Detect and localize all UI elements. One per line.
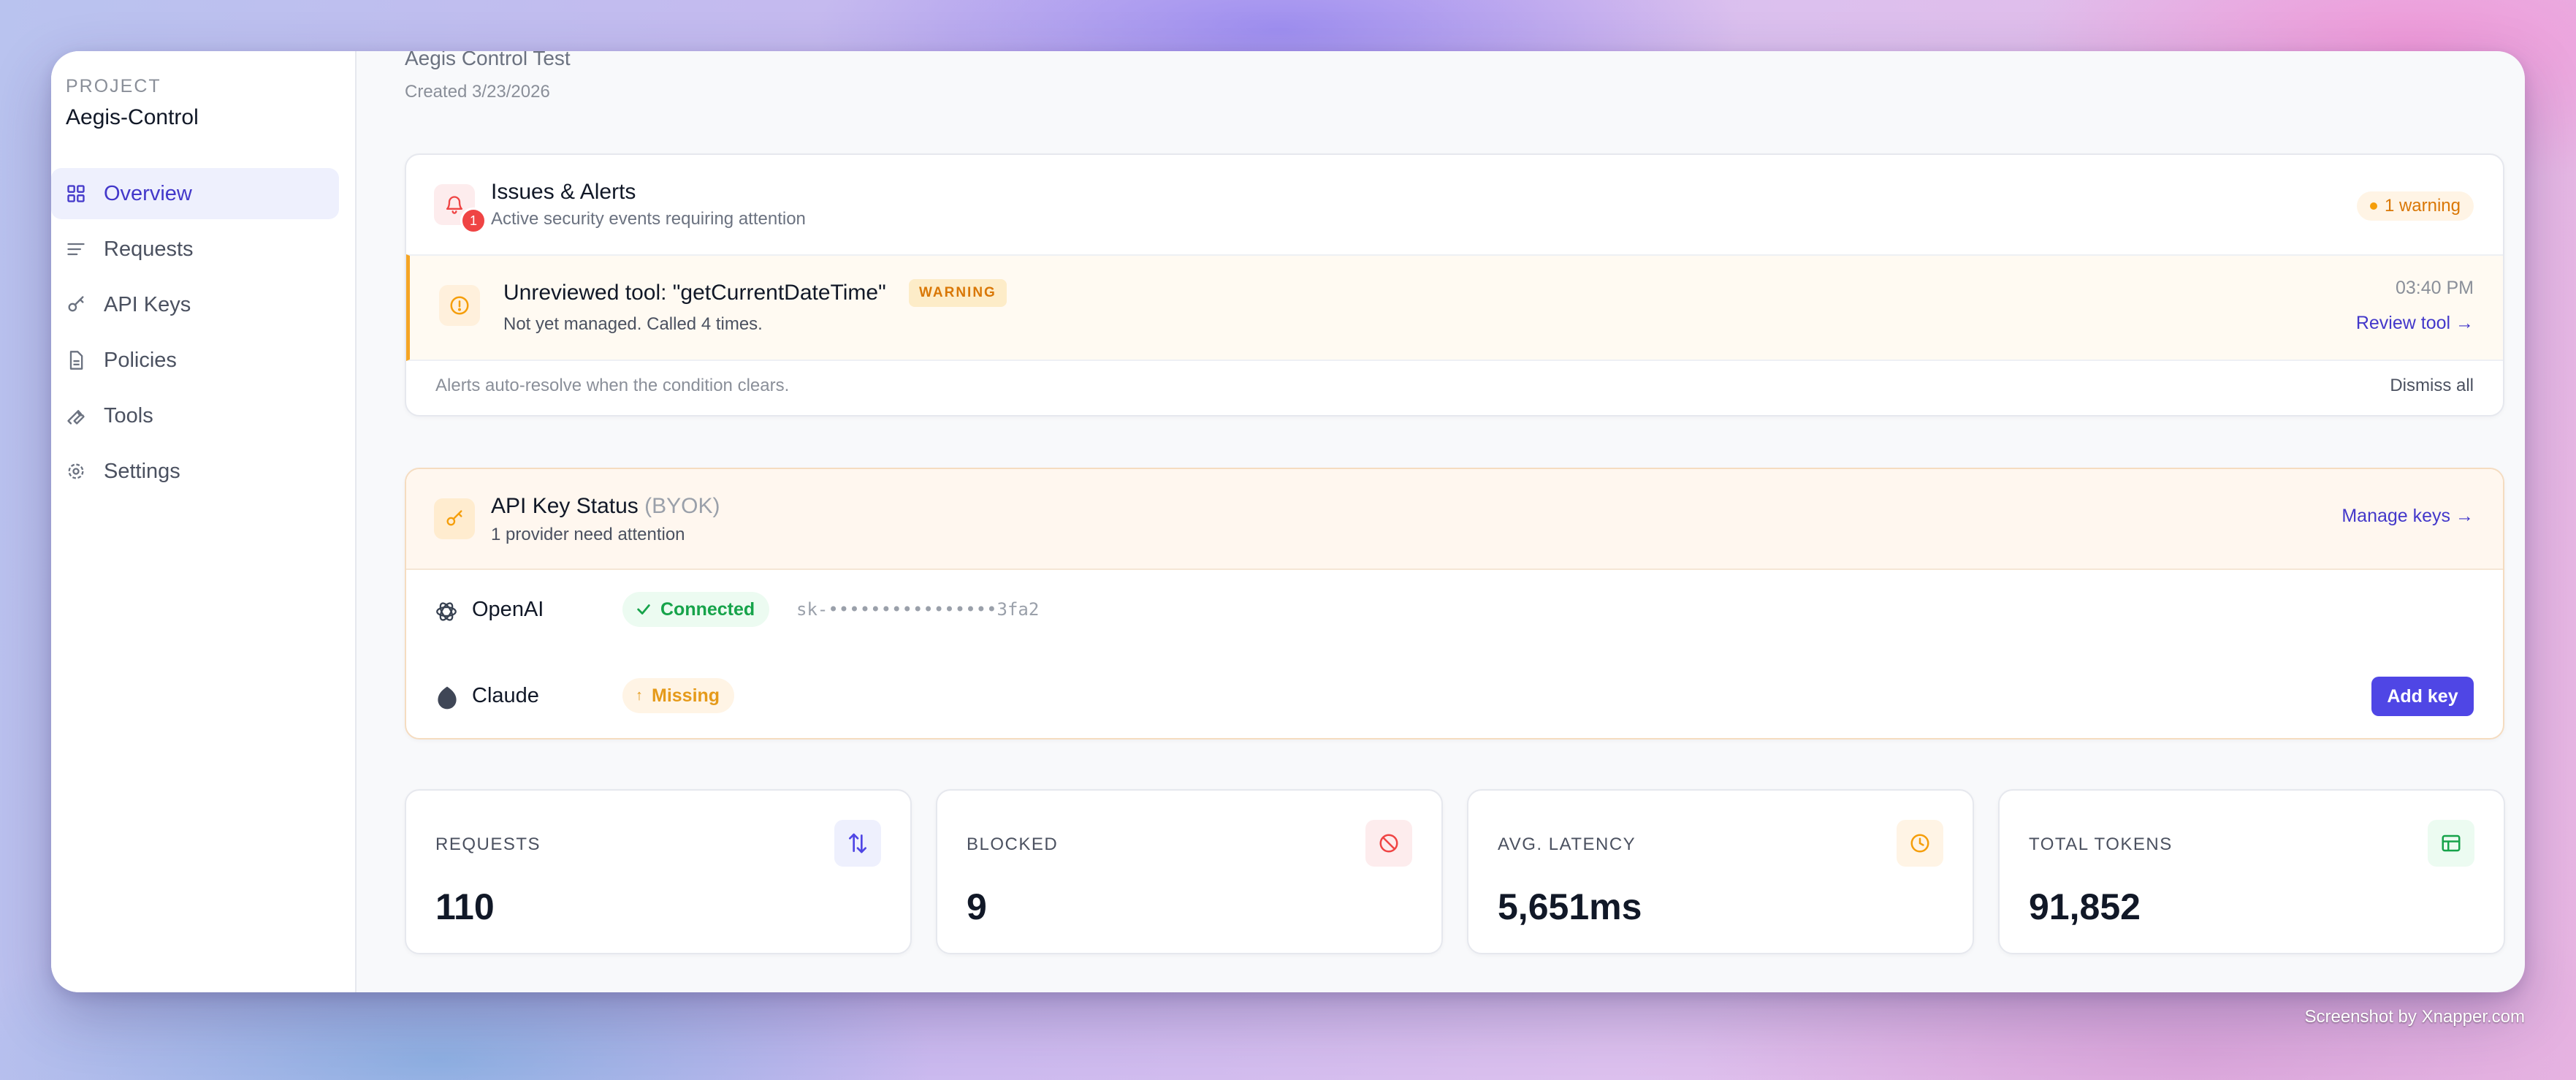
provider-row-claude: Claude ↑ Missing Add key bbox=[406, 658, 2503, 738]
warning-dot-icon bbox=[2369, 202, 2377, 210]
document-icon bbox=[69, 351, 83, 370]
stat-value: 5,651ms bbox=[1498, 886, 1642, 927]
stat-card-latency: AVG. LATENCY 5,651ms bbox=[1467, 789, 1974, 954]
key-icon-box bbox=[434, 498, 475, 539]
grid-icon bbox=[67, 185, 85, 202]
created-date: Created 3/23/2026 bbox=[405, 82, 550, 102]
sidebar: PROJECT Aegis-Control Overview Requests … bbox=[51, 51, 357, 992]
blocked-icon bbox=[1379, 834, 1398, 853]
add-key-button[interactable]: Add key bbox=[2371, 677, 2474, 716]
screenshot-credit: Screenshot by Xnapper.com bbox=[2304, 1007, 2525, 1027]
issues-alerts-card: 1 Issues & Alerts Active security events… bbox=[405, 153, 2504, 417]
sidebar-item-tools[interactable]: Tools bbox=[51, 390, 339, 441]
list-icon bbox=[67, 243, 85, 256]
key-icon bbox=[446, 510, 462, 526]
gear-icon bbox=[68, 463, 84, 479]
provider-row-openai: OpenAI Connected sk-••••••••••••••••3fa2 bbox=[406, 571, 2503, 652]
sidebar-item-label: API Keys bbox=[104, 292, 191, 316]
provider-name: OpenAI bbox=[472, 598, 544, 621]
project-label: PROJECT bbox=[66, 76, 161, 96]
stat-value: 91,852 bbox=[2029, 886, 2141, 927]
missing-status-pill: ↑ Missing bbox=[622, 678, 735, 713]
key-icon bbox=[68, 296, 84, 312]
sidebar-item-settings[interactable]: Settings bbox=[51, 446, 339, 497]
sidebar-item-label: Requests bbox=[104, 237, 194, 261]
clock-icon bbox=[1910, 834, 1929, 853]
alert-detail: Not yet managed. Called 4 times. bbox=[503, 314, 763, 334]
stat-card-tokens: TOTAL TOKENS 91,852 bbox=[1998, 789, 2505, 954]
connected-status-pill: Connected bbox=[622, 592, 770, 627]
stat-value: 9 bbox=[967, 886, 987, 927]
warning-tag: WARNING bbox=[909, 279, 1007, 307]
warning-count-pill: 1 warning bbox=[2356, 191, 2474, 221]
sidebar-item-policies[interactable]: Policies bbox=[51, 335, 339, 386]
stat-label: BLOCKED bbox=[967, 834, 1059, 854]
stat-label: AVG. LATENCY bbox=[1498, 834, 1636, 854]
stat-icon-box bbox=[1365, 820, 1412, 867]
masked-api-key: sk-••••••••••••••••3fa2 bbox=[796, 599, 1040, 620]
sidebar-item-label: Overview bbox=[104, 181, 192, 205]
alert-circle-icon bbox=[450, 296, 469, 315]
check-icon bbox=[637, 604, 650, 615]
table-icon bbox=[2442, 834, 2461, 852]
sidebar-item-api-keys[interactable]: API Keys bbox=[51, 279, 339, 330]
review-tool-link[interactable]: Review tool → bbox=[2356, 313, 2474, 334]
openai-icon bbox=[436, 602, 457, 621]
missing-status-label: Missing bbox=[652, 685, 720, 706]
alert-title: Unreviewed tool: "getCurrentDateTime" bbox=[503, 281, 886, 305]
app-window: PROJECT Aegis-Control Overview Requests … bbox=[51, 51, 2525, 992]
alert-item: Unreviewed tool: "getCurrentDateTime" WA… bbox=[406, 254, 2503, 361]
alert-count-badge: 1 bbox=[460, 208, 487, 234]
provider-name: Claude bbox=[472, 684, 539, 707]
sidebar-item-label: Tools bbox=[104, 403, 153, 427]
bell-icon bbox=[446, 196, 463, 214]
api-key-status-title-text: API Key Status bbox=[491, 494, 639, 518]
sidebar-item-overview[interactable]: Overview bbox=[51, 168, 339, 219]
alerts-icon-box: 1 bbox=[434, 184, 487, 234]
claude-icon bbox=[438, 686, 457, 710]
main-content: Aegis Control Test Created 3/23/2026 1 I… bbox=[355, 51, 2525, 992]
api-key-status-header: API Key Status (BYOK) 1 provider need at… bbox=[406, 469, 2503, 570]
alert-item-icon-box bbox=[439, 285, 480, 326]
api-key-status-card: API Key Status (BYOK) 1 provider need at… bbox=[405, 468, 2504, 739]
sidebar-item-label: Settings bbox=[104, 459, 180, 483]
page-title: Aegis Control Test bbox=[405, 51, 571, 69]
wrench-icon bbox=[67, 410, 85, 425]
api-key-status-subtitle: 1 provider need attention bbox=[491, 525, 685, 544]
alert-time: 03:40 PM bbox=[2395, 278, 2474, 298]
alerts-subtitle: Active security events requiring attenti… bbox=[491, 209, 806, 229]
connected-status-label: Connected bbox=[660, 598, 755, 620]
stat-icon-box bbox=[1897, 820, 1943, 867]
arrows-swap-icon bbox=[849, 833, 866, 853]
alerts-title: Issues & Alerts bbox=[491, 180, 636, 204]
stat-card-requests: REQUESTS 110 bbox=[405, 789, 912, 954]
stat-label: REQUESTS bbox=[435, 834, 541, 854]
alerts-footer-note: Alerts auto-resolve when the condition c… bbox=[435, 376, 790, 395]
stat-icon-box bbox=[834, 820, 881, 867]
api-key-status-title: API Key Status (BYOK) bbox=[491, 494, 720, 519]
byok-label: (BYOK) bbox=[644, 494, 720, 518]
stat-card-blocked: BLOCKED 9 bbox=[936, 789, 1443, 954]
stat-value: 110 bbox=[435, 886, 495, 927]
sidebar-item-label: Policies bbox=[104, 348, 177, 372]
arrow-up-icon: ↑ bbox=[636, 687, 643, 704]
stat-label: TOTAL TOKENS bbox=[2029, 834, 2173, 854]
dismiss-all-button[interactable]: Dismiss all bbox=[2390, 376, 2474, 396]
project-name[interactable]: Aegis-Control bbox=[66, 105, 199, 130]
manage-keys-link[interactable]: Manage keys → bbox=[2341, 506, 2474, 527]
stat-icon-box bbox=[2428, 820, 2474, 867]
warning-count-label: 1 warning bbox=[2384, 196, 2461, 216]
sidebar-item-requests[interactable]: Requests bbox=[51, 224, 339, 275]
